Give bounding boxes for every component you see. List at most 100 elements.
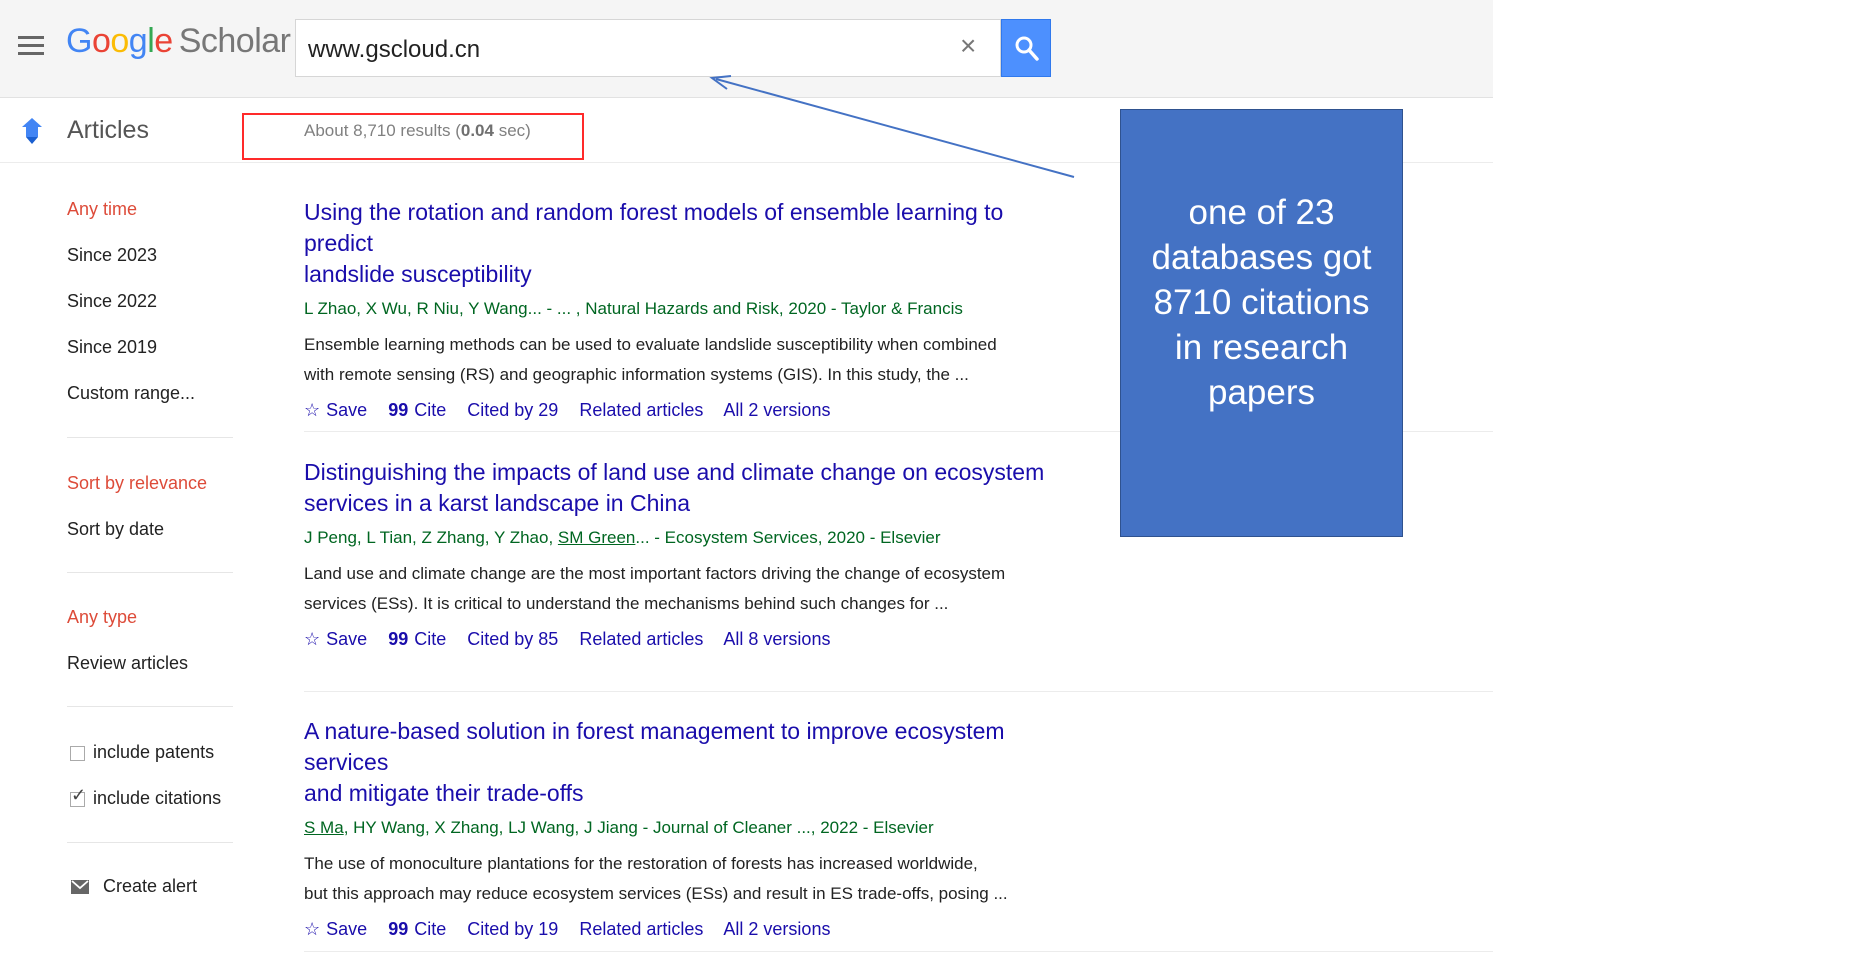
related-articles-link[interactable]: Related articles [579,629,703,649]
author-profile-link[interactable]: SM Green [558,528,635,547]
result-actions: ☆ Save 99 Cite Cited by 29 Related article… [304,398,1064,422]
callout-line: papers [1207,373,1316,412]
cite-button[interactable]: 99 Cite [388,919,446,939]
related-articles-link[interactable]: Related articles [579,400,703,420]
result-title-line: Using the rotation and random forest mod… [304,199,1004,256]
search-box [295,19,1001,77]
cite-button[interactable]: 99 Cite [388,400,446,420]
star-icon: ☆ [304,629,321,649]
result-title-line: Distinguishing the impacts of land use a… [304,459,1045,485]
checkmark-icon: ✓ [71,785,87,805]
logo-product-name: Scholar [178,22,291,60]
quote-icon: 99 [388,919,409,939]
result-authors: L Zhao, X Wu, R Niu, Y Wang... - ... , N… [304,299,963,318]
include-citations-label[interactable]: include citations [93,788,221,809]
articles-icon [22,118,42,144]
snippet-line: with remote sensing (RS) and geographic … [304,365,969,384]
quote-icon: 99 [388,400,409,420]
authors-text: ... - Ecosystem Services, 2020 - Elsevie… [635,528,941,547]
search-button[interactable] [1001,19,1051,77]
filter-any-type[interactable]: Any type [67,607,137,628]
sidebar-divider [67,706,233,707]
versions-link[interactable]: All 2 versions [723,919,830,939]
authors-text: J Peng, L Tian, Z Zhang, Y Zhao, [304,528,558,547]
sort-by-date[interactable]: Sort by date [67,519,164,540]
hamburger-menu-icon[interactable] [18,36,44,56]
related-articles-link[interactable]: Related articles [579,919,703,939]
sidebar-divider [67,437,233,438]
filter-since-2019[interactable]: Since 2019 [67,337,157,358]
result-authors: J Peng, L Tian, Z Zhang, Y Zhao, SM Gree… [304,527,1064,549]
quote-icon: 99 [388,629,409,649]
logo-letter: g [128,22,148,60]
articles-label[interactable]: Articles [67,116,149,145]
snippet-line: The use of monoculture plantations for t… [304,854,978,873]
save-label: Save [326,629,368,649]
search-input[interactable] [306,32,910,68]
authors-text: , HY Wang, X Zhang, LJ Wang, J Jiang - J… [343,818,934,837]
result-divider [304,691,1493,692]
sidebar-divider [67,842,233,843]
save-button[interactable]: ☆ Save [304,629,367,649]
cited-by-link[interactable]: Cited by 29 [467,400,558,420]
result-snippet: Land use and climate change are the most… [304,559,1024,619]
cited-by-link[interactable]: Cited by 85 [467,629,558,649]
search-result: A nature-based solution in forest manage… [304,716,1064,941]
include-patents-label[interactable]: include patents [93,742,214,763]
filter-since-2023[interactable]: Since 2023 [67,245,157,266]
save-label: Save [326,919,368,939]
result-title[interactable]: A nature-based solution in forest manage… [304,716,1064,809]
close-icon[interactable]: × [960,30,976,62]
versions-link[interactable]: All 2 versions [723,400,830,420]
snippet-line: Ensemble learning methods can be used to… [304,335,997,354]
cited-by-link[interactable]: Cited by 19 [467,919,558,939]
filter-any-time[interactable]: Any time [67,199,137,220]
versions-link[interactable]: All 8 versions [723,629,830,649]
include-patents-checkbox[interactable] [70,746,85,761]
snippet-line: services (ESs). It is critical to unders… [304,594,949,613]
results-highlight-box [242,113,584,160]
result-title[interactable]: Distinguishing the impacts of land use a… [304,457,1064,519]
logo-letter: e [154,22,173,60]
search-result: Distinguishing the impacts of land use a… [304,457,1064,651]
search-result: Using the rotation and random forest mod… [304,197,1064,422]
result-title[interactable]: Using the rotation and random forest mod… [304,197,1064,290]
mail-icon [71,880,89,894]
result-title-line: services in a karst landscape in China [304,490,691,516]
result-title-line: A nature-based solution in forest manage… [304,718,1005,775]
save-button[interactable]: ☆ Save [304,400,367,420]
sidebar-divider [67,572,233,573]
save-label: Save [326,400,368,420]
annotation-callout: one of 23 databases got 8710 citations i… [1120,109,1403,537]
result-divider [304,951,1493,952]
callout-line: in research [1174,328,1349,367]
cite-button[interactable]: 99 Cite [388,629,446,649]
logo-letter: o [91,22,111,60]
filter-review-articles[interactable]: Review articles [67,653,188,674]
callout-line: one of 23 [1188,193,1335,232]
result-snippet: Ensemble learning methods can be used to… [304,330,1024,390]
author-profile-link[interactable]: S Ma [304,818,344,837]
result-actions: ☆ Save 99 Cite Cited by 19 Related article… [304,917,1064,941]
google-scholar-logo[interactable]: Google Scholar [66,22,291,61]
create-alert-link[interactable]: Create alert [103,876,197,897]
callout-line: databases got [1151,238,1372,277]
callout-line: 8710 citations [1153,283,1370,322]
result-snippet: The use of monoculture plantations for t… [304,849,1024,909]
save-button[interactable]: ☆ Save [304,919,367,939]
snippet-line: Land use and climate change are the most… [304,564,1006,583]
result-authors: S Ma, HY Wang, X Zhang, LJ Wang, J Jiang… [304,817,1064,839]
result-title-line: and mitigate their trade-offs [304,780,584,806]
sort-by-relevance[interactable]: Sort by relevance [67,473,207,494]
cite-label: Cite [414,629,447,649]
filter-since-2022[interactable]: Since 2022 [67,291,157,312]
filter-custom-range[interactable]: Custom range... [67,383,195,404]
cite-label: Cite [414,400,447,420]
result-actions: ☆ Save 99 Cite Cited by 85 Related article… [304,627,1064,651]
star-icon: ☆ [304,400,321,420]
search-icon [1015,36,1039,61]
result-title-line: landslide susceptibility [304,261,532,287]
snippet-line: but this approach may reduce ecosystem s… [304,884,1008,903]
cite-label: Cite [414,919,447,939]
star-icon: ☆ [304,919,321,939]
